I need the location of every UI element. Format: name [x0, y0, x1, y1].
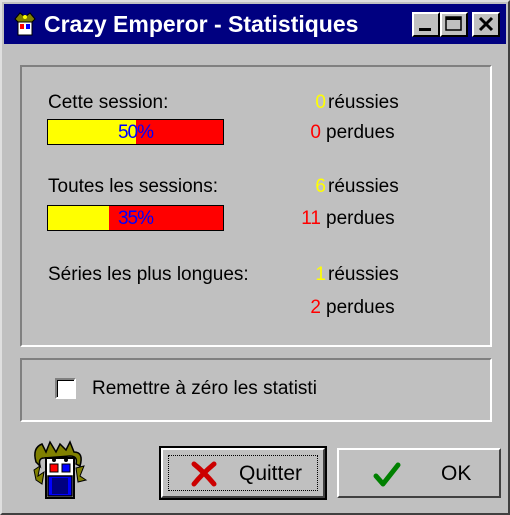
all-sessions-percent-text: 35%: [117, 208, 154, 229]
title-bar[interactable]: Crazy Emperor - Statistiques: [4, 4, 506, 44]
checkmark-icon: [373, 462, 401, 487]
ok-button-label: OK: [441, 462, 472, 485]
all-sessions-won-count: 6: [315, 176, 326, 197]
reset-statistics-label[interactable]: Remettre à zéro les statisti: [92, 378, 317, 400]
session-label: Cette session:: [48, 92, 169, 113]
all-sessions-won-label: réussies: [328, 176, 399, 197]
quit-button-label: Quitter: [239, 462, 303, 485]
emperor-mascot-icon: [33, 440, 88, 499]
close-x-icon: [191, 461, 217, 487]
close-button[interactable]: [472, 12, 500, 37]
longest-streak-lost-label: perdues: [326, 297, 395, 318]
all-sessions-progress-bar: 35%: [47, 205, 224, 231]
reset-statistics-checkbox[interactable]: [55, 378, 76, 399]
session-progress-bar: 50%: [47, 119, 224, 145]
session-won-label: réussies: [328, 92, 399, 113]
all-sessions-lost-label: perdues: [326, 208, 395, 229]
session-percent-text: 50%: [117, 122, 154, 143]
ok-button[interactable]: OK: [337, 448, 501, 498]
window-title: Crazy Emperor - Statistiques: [44, 11, 359, 37]
statistics-window: Crazy Emperor - Statistiques Cette sessi…: [0, 0, 510, 515]
quit-button[interactable]: Quitter: [159, 446, 327, 500]
maximize-icon: [445, 16, 462, 31]
longest-streaks-label: Séries les plus longues:: [48, 264, 249, 285]
minimize-button[interactable]: [412, 12, 440, 37]
crazy-emperor-app-icon: [14, 12, 36, 36]
minimize-icon: [419, 28, 431, 31]
all-sessions-label: Toutes les sessions:: [48, 176, 219, 197]
all-sessions-lost-count: 11: [301, 208, 321, 229]
longest-streak-won-count: 1: [315, 264, 326, 285]
maximize-button[interactable]: [440, 12, 468, 37]
close-icon: [478, 16, 494, 32]
session-won-count: 0: [315, 92, 326, 113]
session-lost-count: 0: [310, 122, 321, 143]
session-lost-label: perdues: [326, 122, 395, 143]
longest-streak-lost-count: 2: [310, 297, 321, 318]
longest-streak-won-label: réussies: [328, 264, 399, 285]
